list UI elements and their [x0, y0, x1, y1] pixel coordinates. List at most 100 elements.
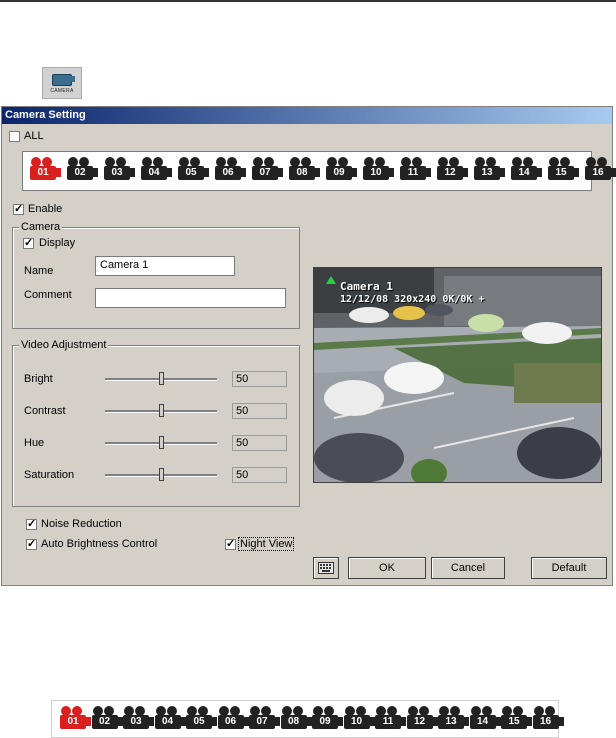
strip-camera-09[interactable]: 09 — [310, 706, 343, 732]
contrast-slider[interactable] — [105, 403, 217, 419]
camera-icon — [52, 74, 72, 86]
camera-number: 16 — [532, 715, 559, 729]
camera-lens — [241, 168, 246, 177]
default-button[interactable]: Default — [531, 557, 607, 579]
strip-camera-11[interactable]: 11 — [373, 706, 406, 732]
comment-label: Comment — [24, 289, 72, 301]
camera-lens — [500, 168, 505, 177]
saturation-slider[interactable] — [105, 467, 217, 483]
camera-lens — [278, 168, 283, 177]
selector-camera-16[interactable]: 16 — [583, 157, 616, 183]
camera-number: 02 — [91, 715, 118, 729]
camera-number: 04 — [141, 166, 167, 180]
bright-value: 50 — [232, 371, 287, 387]
night-view-checkbox[interactable]: ✓ — [225, 539, 236, 550]
keyboard-button[interactable] — [313, 557, 339, 579]
camera-setting-window: Camera Setting ALL 01 02 03 04 05 06 07 08 09 10 1… — [1, 106, 616, 586]
camera-lens — [574, 168, 579, 177]
strip-camera-13[interactable]: 13 — [436, 706, 469, 732]
strip-camera-12[interactable]: 12 — [405, 706, 438, 732]
display-label: Display — [39, 237, 76, 249]
bright-label: Bright — [24, 373, 53, 385]
noise-reduction-label: Noise Reduction — [41, 518, 122, 530]
camera-number: 04 — [154, 715, 181, 729]
camera-number: 16 — [585, 166, 611, 180]
name-label: Name — [24, 265, 54, 277]
camera-number: 11 — [375, 715, 401, 729]
camera-number: 13 — [438, 715, 464, 729]
camera-toolbar-button[interactable]: CAMERA — [42, 67, 82, 99]
all-checkbox[interactable] — [9, 131, 20, 142]
selector-camera-09[interactable]: 09 — [324, 157, 357, 183]
camera-number: 09 — [326, 166, 352, 180]
name-input[interactable]: Camera 1 — [95, 256, 235, 276]
camera-lens — [611, 168, 616, 177]
selector-camera-04[interactable]: 04 — [139, 157, 172, 183]
strip-camera-15[interactable]: 15 — [499, 706, 532, 732]
camera-selector-row: 01 02 03 04 05 06 07 08 09 10 11 12 13 14 15 16 — [28, 157, 616, 183]
selector-camera-05[interactable]: 05 — [176, 157, 209, 183]
camera-number: 15 — [548, 166, 574, 180]
night-view-label: Night View — [237, 537, 295, 551]
selector-camera-06[interactable]: 06 — [213, 157, 246, 183]
bright-slider[interactable] — [105, 371, 217, 387]
contrast-value: 50 — [232, 403, 287, 419]
bottom-camera-strip: 01 02 03 04 05 06 07 08 09 10 11 12 13 14 15 16 — [51, 700, 564, 738]
strip-camera-16[interactable]: 16 — [531, 706, 564, 732]
camera-lens — [315, 168, 320, 177]
selector-camera-14[interactable]: 14 — [509, 157, 542, 183]
strip-camera-04[interactable]: 04 — [153, 706, 186, 732]
camera-number: 13 — [474, 166, 500, 180]
camera-number: 09 — [312, 715, 338, 729]
camera-group-title: Camera — [19, 221, 63, 233]
strip-camera-10[interactable]: 10 — [342, 706, 375, 732]
strip-camera-06[interactable]: 06 — [216, 706, 249, 732]
enable-checkbox[interactable]: ✓ — [13, 204, 24, 215]
strip-camera-08[interactable]: 08 — [279, 706, 312, 732]
comment-input[interactable] — [95, 288, 286, 308]
preview-info-text: 12/12/08 320x240 0K/0K + — [340, 294, 485, 305]
selector-camera-12[interactable]: 12 — [435, 157, 468, 183]
camera-preview: Camera 1 12/12/08 320x240 0K/0K + — [313, 267, 602, 483]
strip-camera-02[interactable]: 02 — [90, 706, 123, 732]
camera-lens — [93, 168, 98, 177]
slider-thumb[interactable] — [159, 436, 164, 449]
camera-lens — [389, 168, 394, 177]
hue-slider[interactable] — [105, 435, 217, 451]
slider-thumb[interactable] — [159, 372, 164, 385]
selector-camera-11[interactable]: 11 — [398, 157, 431, 183]
window-title: Camera Setting — [5, 109, 86, 121]
title-bar: Camera Setting — [2, 107, 612, 124]
slider-thumb[interactable] — [159, 404, 164, 417]
strip-camera-07[interactable]: 07 — [247, 706, 280, 732]
saturation-label: Saturation — [24, 469, 75, 481]
strip-camera-03[interactable]: 03 — [121, 706, 154, 732]
display-checkbox[interactable]: ✓ — [23, 238, 34, 249]
camera-number: 05 — [178, 166, 204, 180]
strip-camera-01[interactable]: 01 — [58, 706, 91, 732]
slider-thumb[interactable] — [159, 468, 164, 481]
selector-camera-13[interactable]: 13 — [472, 157, 505, 183]
selector-camera-03[interactable]: 03 — [102, 157, 135, 183]
selector-camera-07[interactable]: 07 — [250, 157, 283, 183]
selector-camera-02[interactable]: 02 — [65, 157, 98, 183]
enable-label: Enable — [28, 203, 63, 215]
selector-camera-08[interactable]: 08 — [287, 157, 320, 183]
selector-camera-10[interactable]: 10 — [361, 157, 394, 183]
selector-camera-15[interactable]: 15 — [546, 157, 579, 183]
camera-number: 10 — [363, 166, 389, 180]
strip-camera-14[interactable]: 14 — [468, 706, 501, 732]
noise-reduction-checkbox[interactable]: ✓ — [26, 519, 37, 530]
camera-number: 15 — [501, 715, 527, 729]
camera-number: 08 — [289, 166, 315, 180]
cancel-button[interactable]: Cancel — [431, 557, 505, 579]
camera-lens — [426, 168, 431, 177]
camera-number: 12 — [406, 715, 433, 729]
preview-camera-name: Camera 1 — [340, 280, 393, 293]
selector-camera-01[interactable]: 01 — [28, 157, 61, 183]
auto-brightness-checkbox[interactable]: ✓ — [26, 539, 37, 550]
keyboard-icon — [318, 562, 334, 574]
bottom-camera-row: 01 02 03 04 05 06 07 08 09 10 11 12 13 14 15 16 — [58, 706, 564, 732]
ok-button[interactable]: OK — [348, 557, 426, 579]
strip-camera-05[interactable]: 05 — [184, 706, 217, 732]
